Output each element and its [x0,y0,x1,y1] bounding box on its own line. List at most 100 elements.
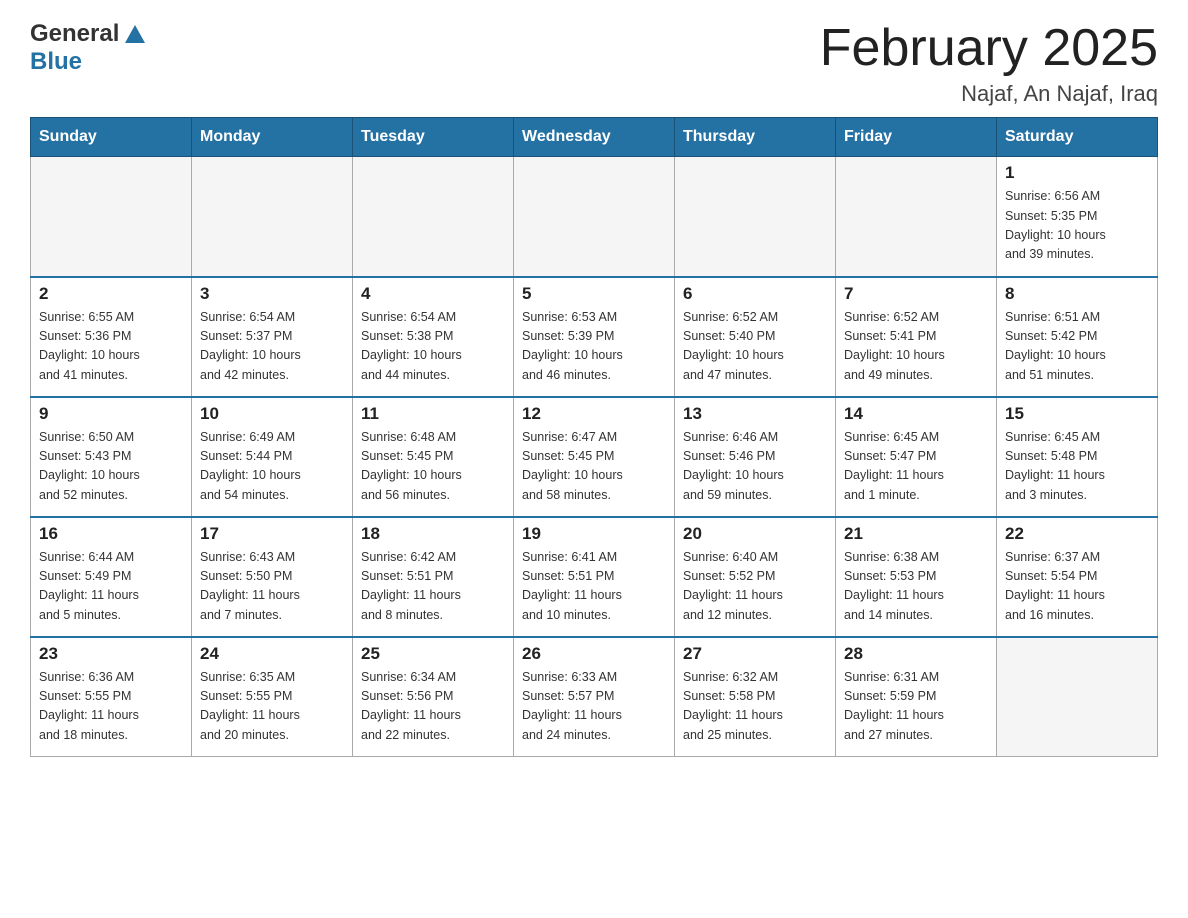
day-info: Sunrise: 6:47 AM Sunset: 5:45 PM Dayligh… [522,428,666,506]
calendar-cell: 5 Sunrise: 6:53 AM Sunset: 5:39 PM Daylig… [514,277,675,397]
weekday-header-wednesday: Wednesday [514,118,675,157]
day-info: Sunrise: 6:46 AM Sunset: 5:46 PM Dayligh… [683,428,827,506]
calendar-cell: 26 Sunrise: 6:33 AM Sunset: 5:57 PM Dayli… [514,637,675,757]
day-number: 6 [683,284,827,304]
logo-general-text: General [30,20,119,48]
calendar-cell: 14 Sunrise: 6:45 AM Sunset: 5:47 PM Dayli… [836,397,997,517]
logo: General Blue [30,20,149,76]
day-number: 27 [683,644,827,664]
day-info: Sunrise: 6:40 AM Sunset: 5:52 PM Dayligh… [683,548,827,626]
calendar-cell [192,157,353,277]
day-number: 17 [200,524,344,544]
day-info: Sunrise: 6:33 AM Sunset: 5:57 PM Dayligh… [522,668,666,746]
calendar-cell: 18 Sunrise: 6:42 AM Sunset: 5:51 PM Dayli… [353,517,514,637]
day-number: 16 [39,524,183,544]
day-info: Sunrise: 6:48 AM Sunset: 5:45 PM Dayligh… [361,428,505,506]
calendar-cell: 19 Sunrise: 6:41 AM Sunset: 5:51 PM Dayli… [514,517,675,637]
calendar-cell [31,157,192,277]
calendar-subtitle: Najaf, An Najaf, Iraq [820,81,1158,107]
weekday-header-sunday: Sunday [31,118,192,157]
weekday-header-thursday: Thursday [675,118,836,157]
day-number: 9 [39,404,183,424]
day-info: Sunrise: 6:56 AM Sunset: 5:35 PM Dayligh… [1005,187,1149,265]
calendar-cell: 24 Sunrise: 6:35 AM Sunset: 5:55 PM Dayli… [192,637,353,757]
calendar-cell: 11 Sunrise: 6:48 AM Sunset: 5:45 PM Dayli… [353,397,514,517]
week-row-3: 9 Sunrise: 6:50 AM Sunset: 5:43 PM Daylig… [31,397,1158,517]
day-info: Sunrise: 6:38 AM Sunset: 5:53 PM Dayligh… [844,548,988,626]
calendar-cell: 3 Sunrise: 6:54 AM Sunset: 5:37 PM Daylig… [192,277,353,397]
weekday-header-tuesday: Tuesday [353,118,514,157]
day-number: 8 [1005,284,1149,304]
day-number: 15 [1005,404,1149,424]
calendar-cell: 13 Sunrise: 6:46 AM Sunset: 5:46 PM Dayli… [675,397,836,517]
day-number: 18 [361,524,505,544]
day-info: Sunrise: 6:51 AM Sunset: 5:42 PM Dayligh… [1005,308,1149,386]
calendar-cell: 15 Sunrise: 6:45 AM Sunset: 5:48 PM Dayli… [997,397,1158,517]
calendar-cell: 12 Sunrise: 6:47 AM Sunset: 5:45 PM Dayli… [514,397,675,517]
day-info: Sunrise: 6:52 AM Sunset: 5:41 PM Dayligh… [844,308,988,386]
logo-triangle-icon [121,19,149,47]
day-number: 20 [683,524,827,544]
calendar-cell: 28 Sunrise: 6:31 AM Sunset: 5:59 PM Dayli… [836,637,997,757]
day-info: Sunrise: 6:32 AM Sunset: 5:58 PM Dayligh… [683,668,827,746]
page-header: General Blue February 2025 Najaf, An Naj… [30,20,1158,107]
week-row-4: 16Sunrise: 6:44 AM Sunset: 5:49 PM Dayli… [31,517,1158,637]
week-row-5: 23 Sunrise: 6:36 AM Sunset: 5:55 PM Dayli… [31,637,1158,757]
day-number: 21 [844,524,988,544]
day-number: 28 [844,644,988,664]
logo-blue-text: Blue [30,48,82,75]
calendar-cell: 10Sunrise: 6:49 AM Sunset: 5:44 PM Dayli… [192,397,353,517]
calendar-cell: 16Sunrise: 6:44 AM Sunset: 5:49 PM Dayli… [31,517,192,637]
calendar-cell: 25 Sunrise: 6:34 AM Sunset: 5:56 PM Dayli… [353,637,514,757]
calendar-cell [675,157,836,277]
calendar-cell: 2Sunrise: 6:55 AM Sunset: 5:36 PM Daylig… [31,277,192,397]
day-info: Sunrise: 6:31 AM Sunset: 5:59 PM Dayligh… [844,668,988,746]
day-info: Sunrise: 6:54 AM Sunset: 5:37 PM Dayligh… [200,308,344,386]
weekday-header-monday: Monday [192,118,353,157]
calendar-cell [514,157,675,277]
day-number: 1 [1005,163,1149,183]
day-info: Sunrise: 6:36 AM Sunset: 5:55 PM Dayligh… [39,668,183,746]
calendar-cell: 23 Sunrise: 6:36 AM Sunset: 5:55 PM Dayli… [31,637,192,757]
day-info: Sunrise: 6:45 AM Sunset: 5:47 PM Dayligh… [844,428,988,506]
day-number: 13 [683,404,827,424]
day-info: Sunrise: 6:53 AM Sunset: 5:39 PM Dayligh… [522,308,666,386]
day-info: Sunrise: 6:54 AM Sunset: 5:38 PM Dayligh… [361,308,505,386]
day-number: 24 [200,644,344,664]
day-info: Sunrise: 6:52 AM Sunset: 5:40 PM Dayligh… [683,308,827,386]
day-number: 12 [522,404,666,424]
day-number: 26 [522,644,666,664]
weekday-header-saturday: Saturday [997,118,1158,157]
week-row-2: 2Sunrise: 6:55 AM Sunset: 5:36 PM Daylig… [31,277,1158,397]
day-info: Sunrise: 6:35 AM Sunset: 5:55 PM Dayligh… [200,668,344,746]
calendar-cell: 20 Sunrise: 6:40 AM Sunset: 5:52 PM Dayli… [675,517,836,637]
day-number: 11 [361,404,505,424]
day-number: 19 [522,524,666,544]
day-info: Sunrise: 6:45 AM Sunset: 5:48 PM Dayligh… [1005,428,1149,506]
calendar-cell: 4 Sunrise: 6:54 AM Sunset: 5:38 PM Daylig… [353,277,514,397]
day-number: 5 [522,284,666,304]
calendar-cell: 6 Sunrise: 6:52 AM Sunset: 5:40 PM Daylig… [675,277,836,397]
calendar-cell: 17Sunrise: 6:43 AM Sunset: 5:50 PM Dayli… [192,517,353,637]
day-number: 3 [200,284,344,304]
calendar-cell: 8 Sunrise: 6:51 AM Sunset: 5:42 PM Daylig… [997,277,1158,397]
day-number: 22 [1005,524,1149,544]
title-section: February 2025 Najaf, An Najaf, Iraq [820,20,1158,107]
day-number: 25 [361,644,505,664]
day-info: Sunrise: 6:34 AM Sunset: 5:56 PM Dayligh… [361,668,505,746]
day-number: 4 [361,284,505,304]
day-info: Sunrise: 6:50 AM Sunset: 5:43 PM Dayligh… [39,428,183,506]
day-number: 23 [39,644,183,664]
day-info: Sunrise: 6:42 AM Sunset: 5:51 PM Dayligh… [361,548,505,626]
day-number: 10 [200,404,344,424]
weekday-header-friday: Friday [836,118,997,157]
calendar-cell: 22Sunrise: 6:37 AM Sunset: 5:54 PM Dayli… [997,517,1158,637]
day-info: Sunrise: 6:41 AM Sunset: 5:51 PM Dayligh… [522,548,666,626]
day-number: 7 [844,284,988,304]
day-number: 14 [844,404,988,424]
day-info: Sunrise: 6:55 AM Sunset: 5:36 PM Dayligh… [39,308,183,386]
calendar-cell [353,157,514,277]
calendar-cell: 7 Sunrise: 6:52 AM Sunset: 5:41 PM Daylig… [836,277,997,397]
week-row-1: 1 Sunrise: 6:56 AM Sunset: 5:35 PM Daylig… [31,157,1158,277]
calendar-cell [997,637,1158,757]
